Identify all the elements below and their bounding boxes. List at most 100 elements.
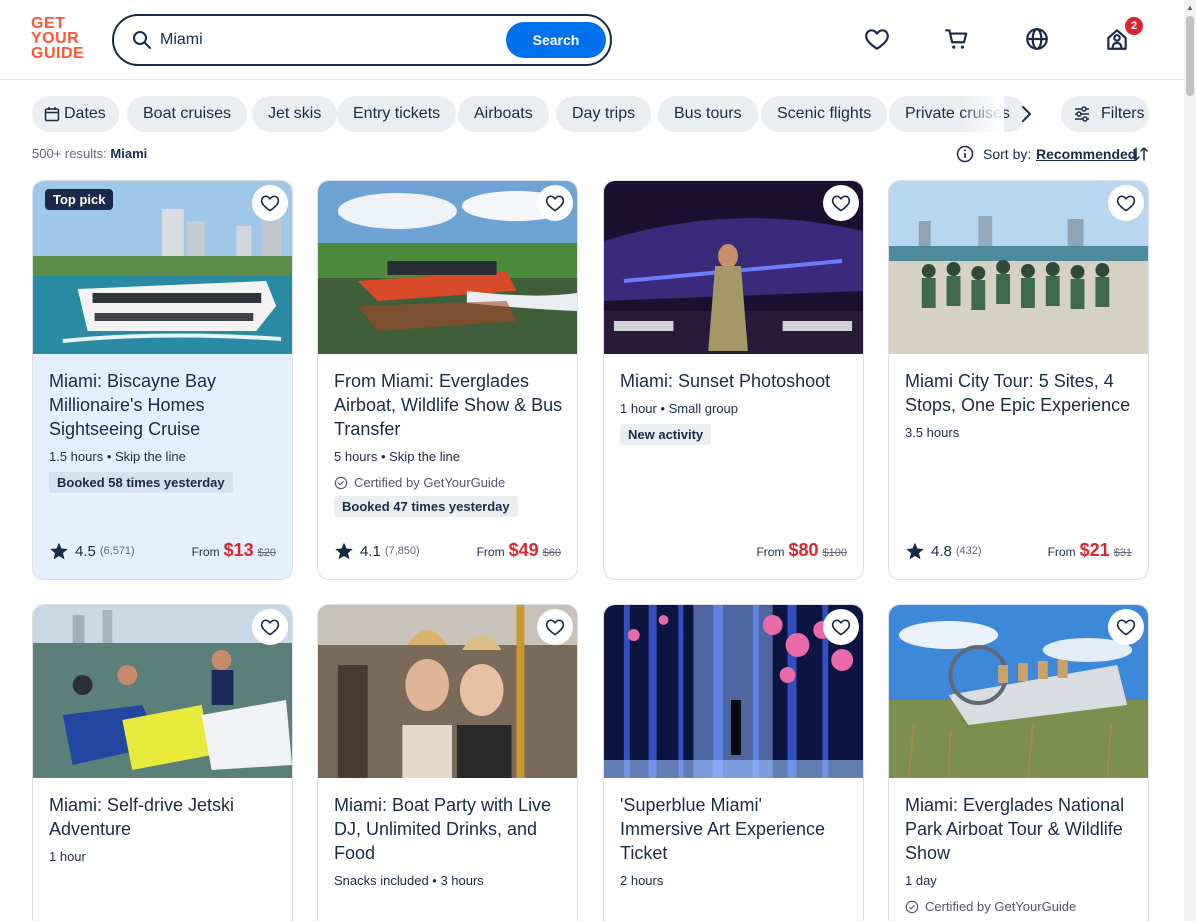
activity-title[interactable]: 'Superblue Miami' Immersive Art Experien…	[620, 793, 849, 865]
activity-meta: Snacks included • 3 hours	[334, 873, 484, 888]
activity-card[interactable]: Miami: Boat Party with Live DJ, Unlimite…	[317, 604, 578, 921]
chip-bus-tours[interactable]: Bus tours	[658, 96, 758, 132]
activity-meta: 1 hour	[49, 849, 86, 864]
card-body: Miami City Tour: 5 Sites, 4 Stops, One E…	[905, 369, 1134, 442]
card-body: 'Superblue Miami' Immersive Art Experien…	[620, 793, 849, 890]
globe-icon[interactable]	[1024, 26, 1050, 52]
heart-icon	[1116, 619, 1136, 636]
wishlist-button[interactable]	[252, 609, 288, 645]
chip-day-trips[interactable]: Day trips	[556, 96, 652, 132]
rating: 4.5 (6,571)	[49, 541, 135, 561]
check-badge-icon	[334, 476, 348, 489]
heart-icon	[1116, 195, 1136, 212]
heart-icon	[831, 619, 851, 636]
wishlist-button[interactable]	[537, 185, 573, 221]
price-from-label: From	[1047, 545, 1076, 559]
chip-entry-tickets[interactable]: Entry tickets	[337, 96, 457, 132]
price: From $21 $31	[1048, 540, 1132, 561]
search-button[interactable]: Search	[506, 22, 606, 58]
activity-card[interactable]: Miami: Self-drive Jetski Adventure 1 hou…	[32, 604, 293, 921]
heart-icon[interactable]	[864, 26, 890, 52]
price: From $13 $20	[192, 540, 276, 561]
new-activity-tag: New activity	[620, 424, 712, 445]
review-count: (7,850)	[384, 545, 420, 557]
activity-title[interactable]: Miami: Everglades National Park Airboat …	[905, 793, 1134, 865]
current-price: $49	[508, 540, 539, 560]
chevron-right-icon[interactable]	[1014, 102, 1038, 126]
activity-title[interactable]: From Miami: Everglades Airboat, Wildlife…	[334, 369, 563, 441]
card-body: From Miami: Everglades Airboat, Wildlife…	[334, 369, 563, 517]
wishlist-button[interactable]	[1108, 609, 1144, 645]
activity-meta: 1 day	[905, 873, 937, 888]
price: From $80 $100	[756, 540, 847, 561]
star-icon	[335, 542, 353, 560]
chip-row-fade	[960, 96, 1004, 132]
check-badge-icon	[905, 900, 919, 913]
price-from-label: From	[476, 545, 505, 559]
wishlist-button[interactable]	[823, 609, 859, 645]
card-body: Miami: Boat Party with Live DJ, Unlimite…	[334, 793, 563, 890]
activity-meta: 5 hours • Skip the line	[334, 449, 460, 464]
dates-chip[interactable]: Dates	[32, 96, 119, 132]
activity-card[interactable]: From Miami: Everglades Airboat, Wildlife…	[317, 180, 578, 580]
activity-meta: 2 hours	[620, 873, 664, 888]
wishlist-button[interactable]	[252, 185, 288, 221]
rating-value: 4.8	[931, 542, 952, 560]
original-price: $100	[822, 547, 847, 559]
activity-card[interactable]: Miami: Sunset Photoshoot 1 hour • Small …	[603, 180, 864, 580]
activity-title[interactable]: Miami: Biscayne Bay Millionaire's Homes …	[49, 369, 278, 441]
star-icon	[50, 542, 68, 560]
results-count-text: 500+ results:	[32, 146, 107, 161]
heart-icon	[260, 195, 280, 212]
cart-count-badge: 2	[1125, 17, 1143, 35]
heart-icon	[545, 619, 565, 636]
search-bar: Search	[112, 14, 612, 66]
price: From $49 $60	[477, 540, 561, 561]
certified-text: Certified by GetYourGuide	[925, 899, 1077, 914]
activity-card[interactable]: Miami: Everglades National Park Airboat …	[888, 604, 1149, 921]
sort-value[interactable]: Recommended	[1036, 146, 1136, 162]
chip-boat-cruises[interactable]: Boat cruises	[127, 96, 248, 132]
chip-jet-skis[interactable]: Jet skis	[252, 96, 338, 132]
booked-tag: Booked 58 times yesterday	[49, 472, 233, 493]
certified-text: Certified by GetYourGuide	[354, 475, 506, 490]
activity-title[interactable]: Miami: Self-drive Jetski Adventure	[49, 793, 278, 841]
chip-scenic-flights[interactable]: Scenic flights	[761, 96, 888, 132]
booked-tag: Booked 47 times yesterday	[334, 496, 518, 517]
activity-title[interactable]: Miami City Tour: 5 Sites, 4 Stops, One E…	[905, 369, 1134, 417]
activity-title[interactable]: Miami: Boat Party with Live DJ, Unlimite…	[334, 793, 563, 865]
chip-airboats[interactable]: Airboats	[458, 96, 549, 132]
scroll-up-arrow-icon[interactable]: ▲	[1186, 3, 1194, 12]
page-scrollbar[interactable]: ▲	[1184, 0, 1196, 921]
rating: 4.1 (7,850)	[334, 541, 420, 561]
activity-title[interactable]: Miami: Sunset Photoshoot	[620, 369, 849, 393]
scroll-thumb[interactable]	[1186, 16, 1194, 96]
star-icon	[906, 542, 924, 560]
results-count: 500+ results: Miami	[32, 146, 147, 161]
card-body: Miami: Biscayne Bay Millionaire's Homes …	[49, 369, 278, 493]
activity-card[interactable]: 'Superblue Miami' Immersive Art Experien…	[603, 604, 864, 921]
activity-card[interactable]: Top pick Miami: Biscayne Bay Millionaire…	[32, 180, 293, 580]
sort-label: Sort by:	[983, 146, 1032, 162]
sort-arrows-icon[interactable]	[1131, 145, 1149, 163]
wishlist-button[interactable]	[823, 185, 859, 221]
activity-meta: 3.5 hours	[905, 425, 960, 440]
original-price: $20	[257, 547, 276, 559]
search-input[interactable]	[160, 27, 460, 53]
site-header: GET YOUR GUIDE Search 2	[0, 0, 1184, 80]
top-pick-badge: Top pick	[45, 189, 114, 210]
activity-meta: 1 hour • Small group	[620, 401, 739, 416]
cart-icon[interactable]	[944, 26, 970, 52]
sliders-icon	[1075, 106, 1089, 122]
activity-card[interactable]: Miami City Tour: 5 Sites, 4 Stops, One E…	[888, 180, 1149, 580]
filters-button[interactable]: Filters	[1061, 96, 1149, 132]
card-body: Miami: Self-drive Jetski Adventure 1 hou…	[49, 793, 278, 866]
wishlist-button[interactable]	[1108, 185, 1144, 221]
heart-icon	[260, 619, 280, 636]
getyourguide-logo[interactable]: GET YOUR GUIDE	[31, 16, 91, 64]
wishlist-button[interactable]	[537, 609, 573, 645]
chip-private-cruises[interactable]: Private cruises	[889, 96, 1026, 132]
price-from-label: From	[191, 545, 220, 559]
info-icon[interactable]	[956, 145, 974, 163]
original-price: $60	[542, 547, 561, 559]
